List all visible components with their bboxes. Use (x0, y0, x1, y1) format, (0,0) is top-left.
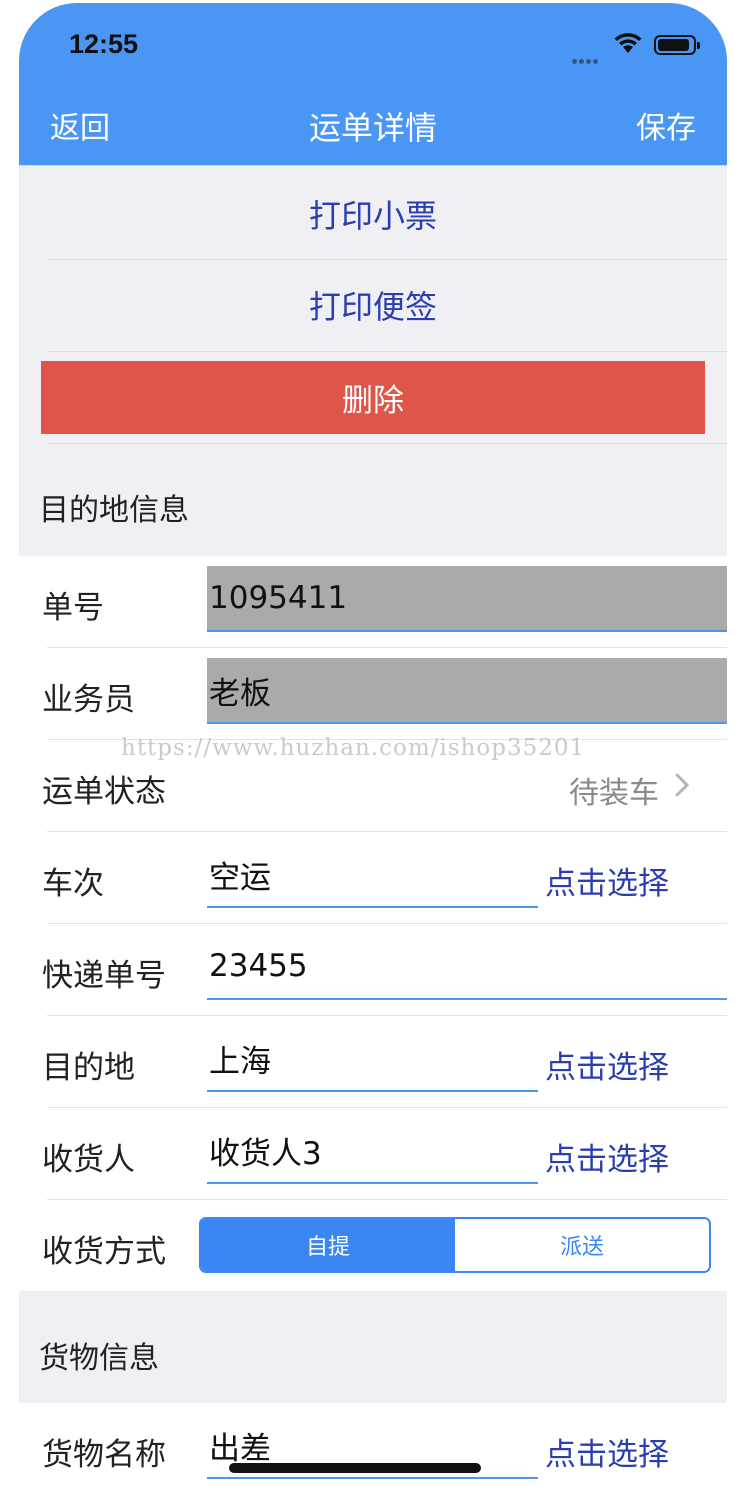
consignee-pick-button[interactable]: 点击选择 (545, 1134, 669, 1179)
print-label-text: 打印便签 (308, 288, 437, 326)
destination-form: 单号 1095411 业务员 老板 运单状态 待装车 车次 空运 点击选择 快递… (19, 556, 727, 1291)
consignee-row: 收货人 收货人3 点击选择 (19, 1108, 727, 1200)
consignee-field[interactable]: 收货人3 (207, 1118, 538, 1184)
order-number-label: 单号 (42, 590, 104, 626)
segment-self-pickup[interactable]: 自提 (201, 1219, 455, 1271)
destination-label: 目的地 (42, 1050, 135, 1086)
waybill-status-label: 运单状态 (42, 774, 166, 810)
delivery-method-segmented-control: 自提 派送 (199, 1217, 711, 1273)
destination-row: 目的地 上海 点击选择 (19, 1016, 727, 1108)
segment-delivery[interactable]: 派送 (455, 1219, 709, 1271)
delete-button[interactable]: 删除 (41, 361, 705, 434)
cargo-name-pick-button[interactable]: 点击选择 (545, 1429, 669, 1474)
print-label-button[interactable]: 打印便签 (19, 260, 727, 350)
waybill-status-value: 待装车 (569, 776, 659, 811)
save-button[interactable]: 保存 (636, 103, 696, 147)
destination-section-header: 目的地信息 (39, 493, 189, 528)
status-time: 12:55 (69, 29, 139, 59)
divider (47, 443, 727, 444)
status-bar: 12:55 (19, 3, 727, 83)
consignee-label: 收货人 (42, 1142, 135, 1178)
trip-pick-button[interactable]: 点击选择 (545, 858, 669, 903)
destination-pick-button[interactable]: 点击选择 (545, 1042, 669, 1087)
cargo-name-label: 货物名称 (42, 1437, 166, 1473)
divider (47, 351, 727, 352)
delete-label: 删除 (342, 383, 404, 419)
watermark-text: https://www.huzhan.com/ishop35201 (121, 735, 586, 761)
delivery-method-row: 收货方式 自提 派送 (19, 1200, 727, 1292)
print-receipt-label: 打印小票 (308, 197, 437, 235)
cargo-section-header: 货物信息 (39, 1341, 159, 1376)
order-number-field[interactable]: 1095411 (207, 566, 727, 632)
home-indicator[interactable] (229, 1463, 481, 1473)
express-number-field[interactable]: 23455 (207, 934, 727, 1000)
salesman-row: 业务员 老板 (19, 648, 727, 740)
chevron-right-icon (675, 773, 690, 797)
page-title: 运单详情 (308, 109, 437, 147)
navigation-bar: 返回 运单详情 保存 (19, 83, 727, 166)
battery-icon (654, 35, 700, 55)
delivery-method-label: 收货方式 (42, 1234, 166, 1270)
trip-label: 车次 (42, 866, 104, 902)
cargo-form: 货物名称 出差 点击选择 (19, 1403, 727, 1491)
express-number-row: 快递单号 23455 (19, 924, 727, 1016)
express-number-label: 快递单号 (42, 958, 166, 994)
salesman-label: 业务员 (42, 682, 135, 718)
salesman-field[interactable]: 老板 (207, 658, 727, 724)
trip-row: 车次 空运 点击选择 (19, 832, 727, 924)
destination-field[interactable]: 上海 (207, 1026, 538, 1092)
cargo-name-row: 货物名称 出差 点击选择 (19, 1403, 727, 1491)
print-receipt-button[interactable]: 打印小票 (19, 169, 727, 259)
signal-icon (572, 49, 606, 64)
order-number-row: 单号 1095411 (19, 556, 727, 648)
trip-field[interactable]: 空运 (207, 842, 538, 908)
wifi-icon (614, 33, 642, 53)
